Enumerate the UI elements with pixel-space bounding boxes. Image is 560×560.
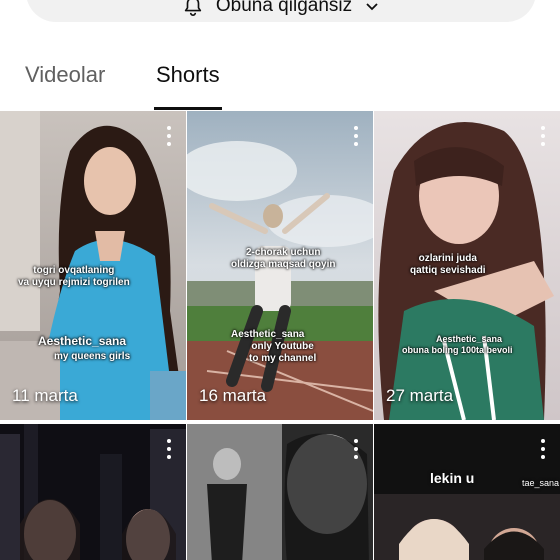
short-thumbnail[interactable] bbox=[0, 424, 186, 560]
short-thumbnail[interactable]: ozlarini juda qattiq sevishadi Aesthetic… bbox=[374, 111, 560, 420]
short-thumbnail[interactable]: lekin u tae_sana bbox=[374, 424, 560, 560]
short-thumbnail[interactable]: 2-chorak uchun oldizga maqsad qoyin Aest… bbox=[187, 111, 373, 420]
more-options-icon[interactable] bbox=[351, 439, 361, 459]
active-tab-indicator bbox=[154, 107, 222, 110]
short-thumbnail-image bbox=[187, 424, 373, 560]
short-view-count: 27 marta bbox=[386, 386, 454, 405]
short-view-count: 11 marta bbox=[12, 386, 78, 405]
short-caption-top: togri ovqatlaning va uyqu rejmizi togril… bbox=[18, 265, 130, 288]
chevron-down-icon bbox=[366, 3, 378, 11]
short-caption-top: lekin u bbox=[430, 470, 475, 486]
tab-shorts-label: Shorts bbox=[156, 62, 220, 87]
shorts-grid: togri ovqatlaning va uyqu rejmizi togril… bbox=[0, 111, 560, 560]
short-caption-handle: Aesthetic_sana bbox=[231, 329, 305, 340]
tab-shorts[interactable]: Shorts bbox=[154, 60, 222, 110]
short-caption-bottom: only Youtube to my channel bbox=[249, 341, 317, 364]
short-view-count: 16 marta bbox=[199, 386, 267, 405]
short-caption-top: 2-chorak uchun oldizga maqsad qoyin bbox=[231, 247, 336, 270]
more-options-icon[interactable] bbox=[164, 439, 174, 459]
short-caption-bottom: my queens girls bbox=[54, 351, 131, 362]
short-thumbnail[interactable] bbox=[187, 424, 373, 560]
short-thumbnail-image bbox=[0, 424, 186, 560]
tab-videos[interactable]: Videolar bbox=[25, 60, 105, 106]
more-options-icon[interactable] bbox=[351, 126, 361, 146]
more-options-icon[interactable] bbox=[538, 439, 548, 459]
more-options-icon[interactable] bbox=[538, 126, 548, 146]
bell-icon bbox=[184, 0, 202, 16]
short-watermark: tae_sana bbox=[522, 478, 560, 488]
channel-tabs: Videolar Shorts bbox=[0, 50, 560, 110]
tab-videos-label: Videolar bbox=[25, 62, 106, 87]
short-thumbnail-image bbox=[374, 424, 560, 560]
subscribed-label: Obuna qilgansiz bbox=[215, 0, 353, 16]
subscribed-button[interactable]: Obuna qilgansiz bbox=[26, 0, 536, 22]
short-caption-handle: Aesthetic_sana bbox=[38, 334, 127, 348]
short-caption-top: ozlarini juda qattiq sevishadi bbox=[410, 253, 486, 276]
more-options-icon[interactable] bbox=[164, 126, 174, 146]
short-caption-bottom: obuna boling 100ta bevoli bbox=[402, 345, 513, 355]
short-thumbnail[interactable]: togri ovqatlaning va uyqu rejmizi togril… bbox=[0, 111, 186, 420]
